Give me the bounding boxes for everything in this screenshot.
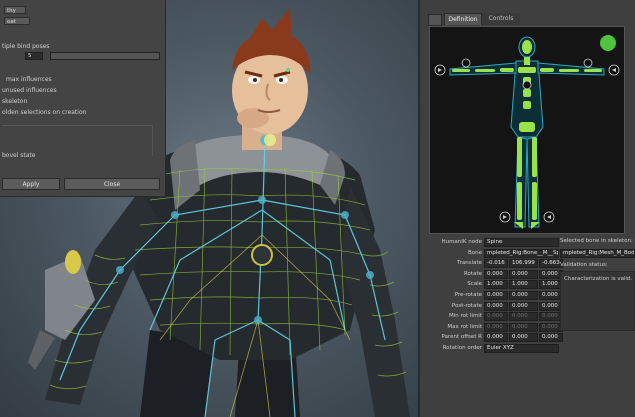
selected-bone-label: Selected bone in skeleton: bbox=[560, 238, 633, 244]
prop-label: HumanIK node bbox=[441, 239, 482, 245]
apply-button[interactable]: Apply bbox=[2, 178, 60, 190]
prop-value-field[interactable]: 0.000 bbox=[509, 302, 538, 311]
prop-label: Translate bbox=[457, 260, 482, 266]
bind-options-dialog: thy oat tiple bind poses 5 max influence… bbox=[0, 0, 166, 197]
selected-bone-field[interactable]: mpleted_Rig:Mesh_M_Body bbox=[560, 249, 635, 258]
prop-label: Post-rotate bbox=[451, 303, 482, 309]
prop-value-field[interactable]: 0.000 bbox=[484, 302, 508, 311]
prop-value-field[interactable]: Euler XYZ bbox=[484, 344, 559, 353]
dropoff-state-label: bovel state bbox=[2, 152, 36, 159]
prop-value-field[interactable]: 0.000 bbox=[484, 312, 508, 321]
prop-label: Scale bbox=[467, 281, 482, 287]
prop-label: Bone bbox=[467, 250, 482, 256]
prop-value-field[interactable]: 0.000 bbox=[484, 270, 508, 279]
prop-value-field[interactable]: 1.000 bbox=[484, 280, 508, 289]
tab-definition[interactable]: Definition bbox=[444, 13, 482, 25]
selection-info: Selected bone in skeleton: mpleted_Rig:M… bbox=[560, 236, 635, 417]
prop-value-field[interactable]: mpleted_Rig:Bone__M__Spine_01 bbox=[484, 249, 559, 258]
multiple-bind-poses-label: tiple bind poses bbox=[2, 43, 50, 50]
prop-value-field[interactable]: 0.000 bbox=[509, 270, 538, 279]
prop-value-field[interactable]: 106.999 bbox=[509, 259, 538, 268]
prop-value-field[interactable]: 0.000 bbox=[509, 323, 538, 332]
max-influences-label: max influences bbox=[6, 76, 52, 83]
option-row-bind-method: oat bbox=[0, 17, 165, 26]
close-button[interactable]: Close bbox=[64, 178, 160, 190]
panel-menu-button[interactable] bbox=[428, 14, 442, 26]
validation-status-box: Characterization is valid. bbox=[560, 271, 635, 331]
prop-label: Rotate bbox=[463, 271, 482, 277]
prop-value-field[interactable]: Spine bbox=[484, 238, 559, 247]
validation-status-label: Validation status: bbox=[560, 262, 608, 268]
prop-value-field[interactable]: 0.000 bbox=[509, 312, 538, 321]
validation-status-text: Characterization is valid. bbox=[564, 276, 633, 282]
prop-value-field[interactable]: -0.016 bbox=[484, 259, 508, 268]
bind-to-select[interactable]: thy bbox=[4, 6, 26, 14]
prop-value-field[interactable]: 0.000 bbox=[484, 323, 508, 332]
prop-label: Rotation order bbox=[442, 345, 482, 351]
option-row-bind-to: thy bbox=[0, 6, 165, 15]
prop-value-field[interactable]: 0.000 bbox=[484, 291, 508, 300]
prop-value-field[interactable]: 1.000 bbox=[509, 280, 538, 289]
max-influences-field[interactable]: 5 bbox=[25, 52, 43, 60]
prop-value-field[interactable]: 0.000 bbox=[484, 333, 508, 342]
tab-controls[interactable]: Controls bbox=[482, 13, 520, 25]
bind-method-select[interactable]: oat bbox=[4, 17, 30, 25]
prop-label: Max rot limit bbox=[447, 324, 482, 330]
skeleton-label: skeleton bbox=[2, 98, 28, 105]
max-influences-slider[interactable] bbox=[50, 52, 160, 60]
prop-value-field[interactable]: 0.000 bbox=[509, 291, 538, 300]
selections-on-creation-label: olden selections on creation bbox=[2, 109, 87, 116]
character-map bbox=[434, 35, 620, 229]
characterization-view[interactable] bbox=[429, 26, 625, 234]
humanik-panel: Definition Controls HumanIK node Spine B… bbox=[418, 0, 635, 417]
prop-label: Parent offset R bbox=[441, 334, 483, 340]
prop-label: Min rot limit bbox=[448, 313, 482, 319]
status-indicator-icon bbox=[600, 35, 616, 51]
prop-label: Pre-rotate bbox=[454, 292, 482, 298]
unused-influences-label: unused influences bbox=[2, 87, 57, 94]
prop-value-field[interactable]: 0.000 bbox=[509, 333, 538, 342]
